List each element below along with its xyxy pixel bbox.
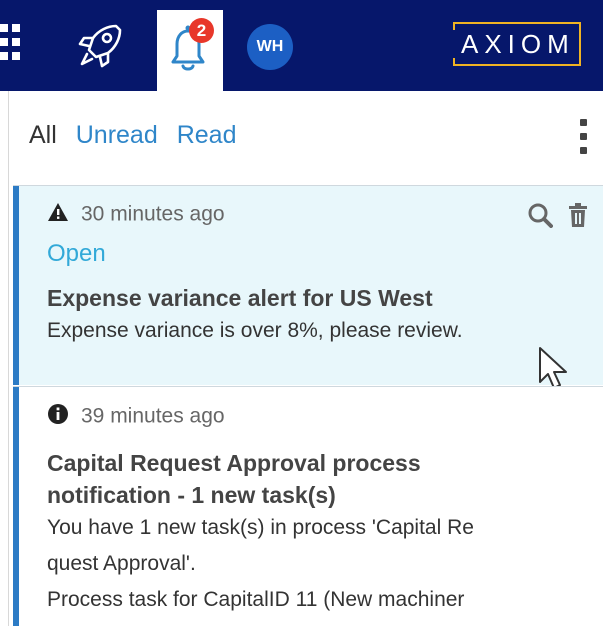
search-icon[interactable] <box>527 202 553 233</box>
notification-title-line2: notification - 1 new task(s) <box>47 482 336 508</box>
unread-indicator-bar <box>13 186 19 385</box>
filter-unread[interactable]: Unread <box>76 121 158 149</box>
info-icon <box>47 403 69 431</box>
logo-text: AXIOM <box>461 29 575 59</box>
notifications-tab[interactable]: 2 <box>157 10 223 91</box>
notification-count-badge: 2 <box>189 18 214 43</box>
notification-title: Expense variance alert for US West <box>47 285 433 311</box>
notification-title-line1: Capital Request Approval process <box>47 450 421 476</box>
axiom-logo: AXIOM <box>451 22 587 70</box>
filter-all[interactable]: All <box>29 121 57 149</box>
notification-status: Open <box>47 240 106 267</box>
warning-icon <box>47 202 69 228</box>
unread-indicator-bar <box>13 387 19 626</box>
notification-filters: All Unread Read <box>29 121 248 150</box>
notification-meta: 30 minutes ago <box>47 202 225 228</box>
notification-meta: 39 minutes ago <box>47 403 225 431</box>
notification-body-line1: You have 1 new task(s) in process 'Capit… <box>47 516 474 539</box>
notification-item[interactable]: 30 minutes ago Open Expense variance ale… <box>13 185 603 389</box>
apps-grid-icon[interactable] <box>0 22 34 68</box>
rocket-icon[interactable] <box>72 16 130 74</box>
notification-time: 39 minutes ago <box>81 404 225 428</box>
notification-body: Expense variance is over 8%, please revi… <box>47 319 463 342</box>
more-options-icon[interactable] <box>577 119 591 155</box>
notification-body-line3: Process task for CapitalID 11 (New machi… <box>47 588 465 611</box>
notifications-panel: All Unread Read 30 minutes ago Open Expe… <box>8 91 603 626</box>
notification-item[interactable]: 39 minutes ago Capital Request Approval … <box>13 386 603 626</box>
notification-time: 30 minutes ago <box>81 202 225 226</box>
top-navigation-bar: 2 WH AXIOM <box>0 0 603 91</box>
trash-icon[interactable] <box>567 202 589 233</box>
notification-body-line2: quest Approval'. <box>47 552 196 575</box>
user-avatar[interactable]: WH <box>247 24 293 70</box>
filter-read[interactable]: Read <box>177 121 237 149</box>
notification-actions <box>527 202 589 233</box>
